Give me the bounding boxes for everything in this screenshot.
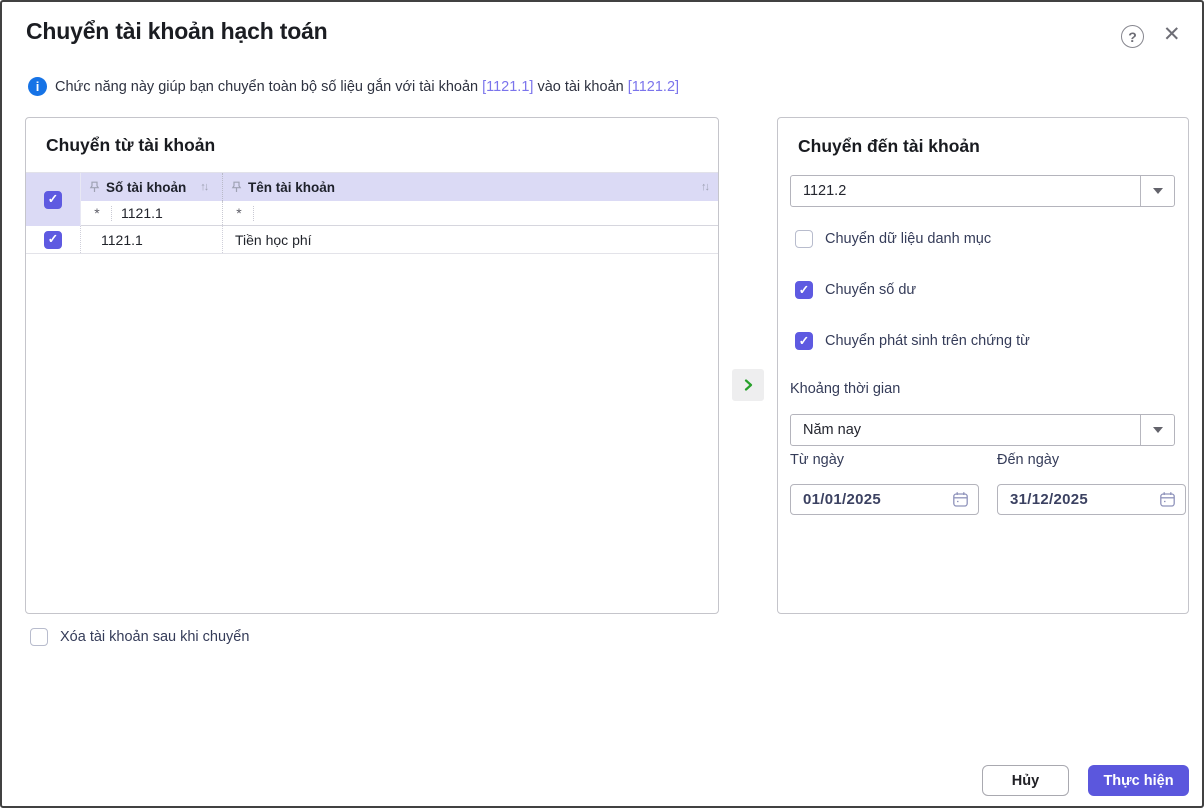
filter-divider — [253, 206, 254, 221]
info-text-middle: vào tài khoản — [537, 79, 623, 95]
option-transfer-balance[interactable]: Chuyển số dư — [795, 281, 916, 299]
from-date-input[interactable]: 01/01/2025 — [790, 484, 979, 515]
to-date-value: 31/12/2025 — [1010, 485, 1088, 514]
target-account-value: 1121.2 — [803, 176, 846, 206]
chevron-down-icon — [1153, 188, 1163, 194]
close-icon[interactable]: ✕ — [1163, 23, 1181, 47]
chevron-down-icon — [1153, 427, 1163, 433]
from-account-link[interactable]: [1121.1] — [482, 79, 533, 95]
filter-operator[interactable]: * — [89, 205, 105, 221]
to-date-label: Đến ngày — [997, 452, 1059, 468]
column-label: Tên tài khoản — [248, 180, 335, 195]
dropdown-button[interactable] — [1140, 176, 1174, 206]
pin-icon[interactable] — [231, 181, 242, 193]
sort-icon[interactable]: ↑↓ — [701, 181, 708, 193]
accounts-table-header: Số tài khoản ↑↓ Tên tài khoản ↑↓ — [26, 172, 718, 226]
column-header-account-number[interactable]: Số tài khoản ↑↓ — [81, 173, 223, 201]
column-header-account-name[interactable]: Tên tài khoản ↑↓ — [223, 173, 718, 201]
option-label: Chuyển dữ liệu danh mục — [825, 231, 991, 247]
filter-value-account-number[interactable]: 1121.1 — [112, 205, 163, 221]
info-banner: i Chức năng này giúp bạn chuyển toàn bộ … — [28, 77, 683, 96]
target-panel-title: Chuyển đến tài khoản — [798, 136, 980, 157]
option-transfer-transactions[interactable]: Chuyển phát sinh trên chứng từ — [795, 332, 1030, 350]
option-label: Xóa tài khoản sau khi chuyển — [60, 629, 249, 645]
transfer-balance-checkbox[interactable] — [795, 281, 813, 299]
help-icon[interactable]: ? — [1121, 25, 1144, 48]
period-value: Năm nay — [803, 415, 861, 445]
sort-icon[interactable]: ↑↓ — [200, 181, 207, 193]
row-checkbox[interactable] — [44, 231, 62, 249]
filter-operator[interactable]: * — [231, 205, 247, 221]
source-accounts-panel: Chuyển từ tài khoản Số tài khoản ↑↓ — [25, 117, 719, 614]
column-label: Số tài khoản — [106, 180, 186, 195]
dropdown-button[interactable] — [1140, 415, 1174, 445]
from-date-label: Từ ngày — [790, 452, 844, 468]
calendar-icon[interactable] — [1159, 491, 1176, 513]
period-select[interactable]: Năm nay — [790, 414, 1175, 446]
select-all-checkbox[interactable] — [44, 191, 62, 209]
to-account-link[interactable]: [1121.2] — [628, 79, 679, 95]
option-label: Chuyển số dư — [825, 282, 916, 298]
move-right-button[interactable] — [732, 369, 764, 401]
target-account-select[interactable]: 1121.2 — [790, 175, 1175, 207]
info-icon: i — [28, 77, 47, 96]
option-transfer-categories[interactable]: Chuyển dữ liệu danh mục — [795, 230, 991, 248]
table-row[interactable]: 1121.1 Tiền học phí — [26, 226, 718, 254]
row-checkbox-cell — [26, 226, 81, 253]
transfer-categories-checkbox[interactable] — [795, 230, 813, 248]
cell-account-name: Tiền học phí — [223, 226, 718, 253]
transfer-transactions-checkbox[interactable] — [795, 332, 813, 350]
cell-account-number: 1121.1 — [81, 226, 223, 253]
target-account-panel: Chuyển đến tài khoản 1121.2 Chuyển dữ li… — [777, 117, 1189, 614]
chevron-right-icon — [740, 377, 756, 393]
calendar-icon[interactable] — [952, 491, 969, 513]
delete-after-transfer-checkbox[interactable] — [30, 628, 48, 646]
cancel-button[interactable]: Hủy — [982, 765, 1069, 796]
info-text-before: Chức năng này giúp bạn chuyển toàn bộ số… — [55, 79, 478, 95]
filter-cell-account-name[interactable]: * — [223, 201, 718, 225]
option-label: Chuyển phát sinh trên chứng từ — [825, 333, 1030, 349]
to-date-input[interactable]: 31/12/2025 — [997, 484, 1186, 515]
select-all-cell — [26, 173, 81, 226]
filter-cell-account-number[interactable]: * 1121.1 — [81, 201, 223, 225]
delete-after-transfer-option[interactable]: Xóa tài khoản sau khi chuyển — [30, 628, 249, 646]
transfer-account-dialog: Chuyển tài khoản hạch toán ? ✕ i Chức nă… — [0, 0, 1204, 808]
submit-button[interactable]: Thực hiện — [1088, 765, 1189, 796]
from-date-value: 01/01/2025 — [803, 485, 881, 514]
source-panel-title: Chuyển từ tài khoản — [26, 118, 718, 172]
info-text: Chức năng này giúp bạn chuyển toàn bộ số… — [55, 79, 683, 95]
pin-icon[interactable] — [89, 181, 100, 193]
page-title: Chuyển tài khoản hạch toán — [26, 18, 328, 45]
period-label: Khoảng thời gian — [790, 381, 900, 397]
